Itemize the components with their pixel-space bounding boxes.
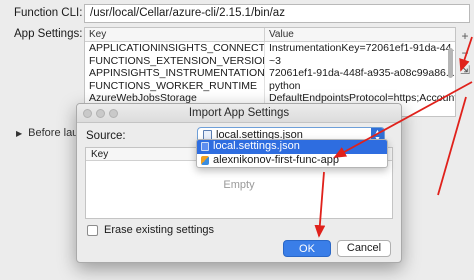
annotation-arrow — [459, 36, 473, 72]
annotation-arrows — [314, 36, 473, 238]
annotation-arrow — [314, 171, 326, 238]
annotation-arrow — [437, 96, 467, 196]
